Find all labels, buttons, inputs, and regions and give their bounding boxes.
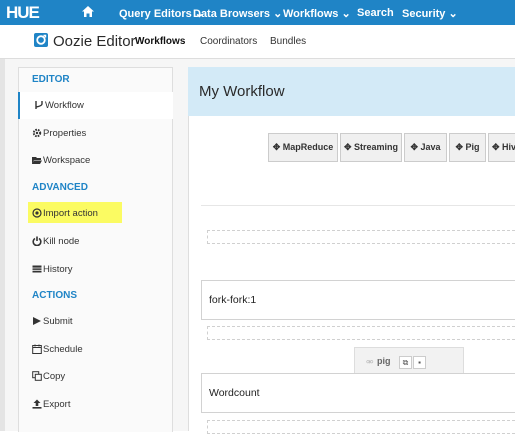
pig-node-label: pig xyxy=(377,356,391,366)
drop-zone[interactable] xyxy=(207,230,515,244)
oozie-app-icon xyxy=(34,33,48,47)
sidebar-item-label: Kill node xyxy=(43,236,80,247)
tab-bundles[interactable]: Bundles xyxy=(270,36,306,47)
sidebar-item-label: History xyxy=(43,264,73,275)
table-icon xyxy=(32,265,42,273)
sidebar-heading-actions: ACTIONS xyxy=(32,290,77,301)
workflow-node-fork[interactable]: fork-fork:1 xyxy=(201,280,515,320)
upload-icon xyxy=(32,399,42,409)
nav-workflows[interactable]: Workflows ⌄ xyxy=(283,7,351,20)
nav-query-editors[interactable]: Query Editors ⌄ xyxy=(119,7,204,20)
add-hive-button[interactable]: ✥ Hiv xyxy=(488,133,515,162)
add-mapreduce-button[interactable]: ✥ MapReduce xyxy=(268,133,338,162)
nav-data-browsers[interactable]: Data Browsers ⌄ xyxy=(193,7,282,20)
trash-icon[interactable]: ▪ xyxy=(413,356,426,369)
code-fork-icon xyxy=(35,101,43,109)
top-navbar: HUE Query Editors ⌄ Data Browsers ⌄ Work… xyxy=(0,0,515,25)
workflow-node-wordcount[interactable]: Wordcount xyxy=(201,373,515,413)
gear-icon xyxy=(32,128,42,138)
nav-search[interactable]: Search xyxy=(357,7,394,19)
sidebar-item-copy[interactable]: Copy xyxy=(18,363,171,390)
tab-coordinators[interactable]: Coordinators xyxy=(200,36,257,47)
sidebar-item-label: Workflow xyxy=(45,100,84,111)
add-pig-button[interactable]: ✥ Pig xyxy=(449,133,486,162)
workflow-title[interactable]: My Workflow xyxy=(199,83,285,100)
sidebar-item-label: Properties xyxy=(43,128,87,139)
sidebar-item-kill-node[interactable]: Kill node xyxy=(18,228,171,255)
tab-workflows[interactable]: Workflows xyxy=(135,36,185,47)
drop-zone[interactable] xyxy=(207,420,515,434)
sidebar-item-export[interactable]: Export xyxy=(18,391,171,418)
folder-open-icon xyxy=(32,157,42,164)
sidebar-heading-advanced: ADVANCED xyxy=(32,182,88,193)
sidebar-item-workflow[interactable]: Workflow xyxy=(18,92,173,119)
code-fork-icon: ⚮ xyxy=(366,357,374,367)
canvas-divider xyxy=(201,205,515,206)
sidebar-item-schedule[interactable]: Schedule xyxy=(18,336,171,363)
calendar-icon xyxy=(32,344,42,354)
sidebar-item-label: Submit xyxy=(43,316,73,327)
sidebar-item-submit[interactable]: Submit xyxy=(18,308,171,335)
sidebar-item-label: Workspace xyxy=(43,155,91,166)
sidebar-heading-editor: EDITOR xyxy=(32,74,70,85)
import-circle-icon xyxy=(32,208,42,218)
sidebar-item-import-action[interactable]: Import action xyxy=(18,200,171,227)
power-off-icon xyxy=(32,236,42,246)
sidebar-item-workspace[interactable]: Workspace xyxy=(18,147,171,174)
sidebar-item-label: Copy xyxy=(43,371,66,382)
play-icon xyxy=(33,317,41,325)
drop-zone[interactable] xyxy=(207,326,515,340)
add-streaming-button[interactable]: ✥ Streaming xyxy=(340,133,402,162)
copy-icon xyxy=(32,371,42,381)
app-title[interactable]: Oozie Editor xyxy=(53,33,136,50)
left-edge-bar xyxy=(0,59,5,431)
sidebar-item-history[interactable]: History xyxy=(18,256,171,283)
sidebar-item-properties[interactable]: Properties xyxy=(18,120,171,147)
hue-logo[interactable]: HUE xyxy=(6,3,40,23)
sidebar-item-label: Import action xyxy=(43,208,98,219)
sidebar-item-label: Schedule xyxy=(43,344,83,355)
add-java-button[interactable]: ✥ Java xyxy=(404,133,447,162)
app-subnav: Oozie Editor Workflows Coordinators Bund… xyxy=(0,25,515,59)
sidebar-item-label: Export xyxy=(43,399,71,410)
pig-node-tab[interactable]: ⚮ pig ⧉ ▪ xyxy=(354,347,464,374)
copy-icon[interactable]: ⧉ xyxy=(399,356,412,369)
nav-security[interactable]: Security ⌄ xyxy=(402,7,458,20)
home-icon[interactable] xyxy=(81,5,95,18)
